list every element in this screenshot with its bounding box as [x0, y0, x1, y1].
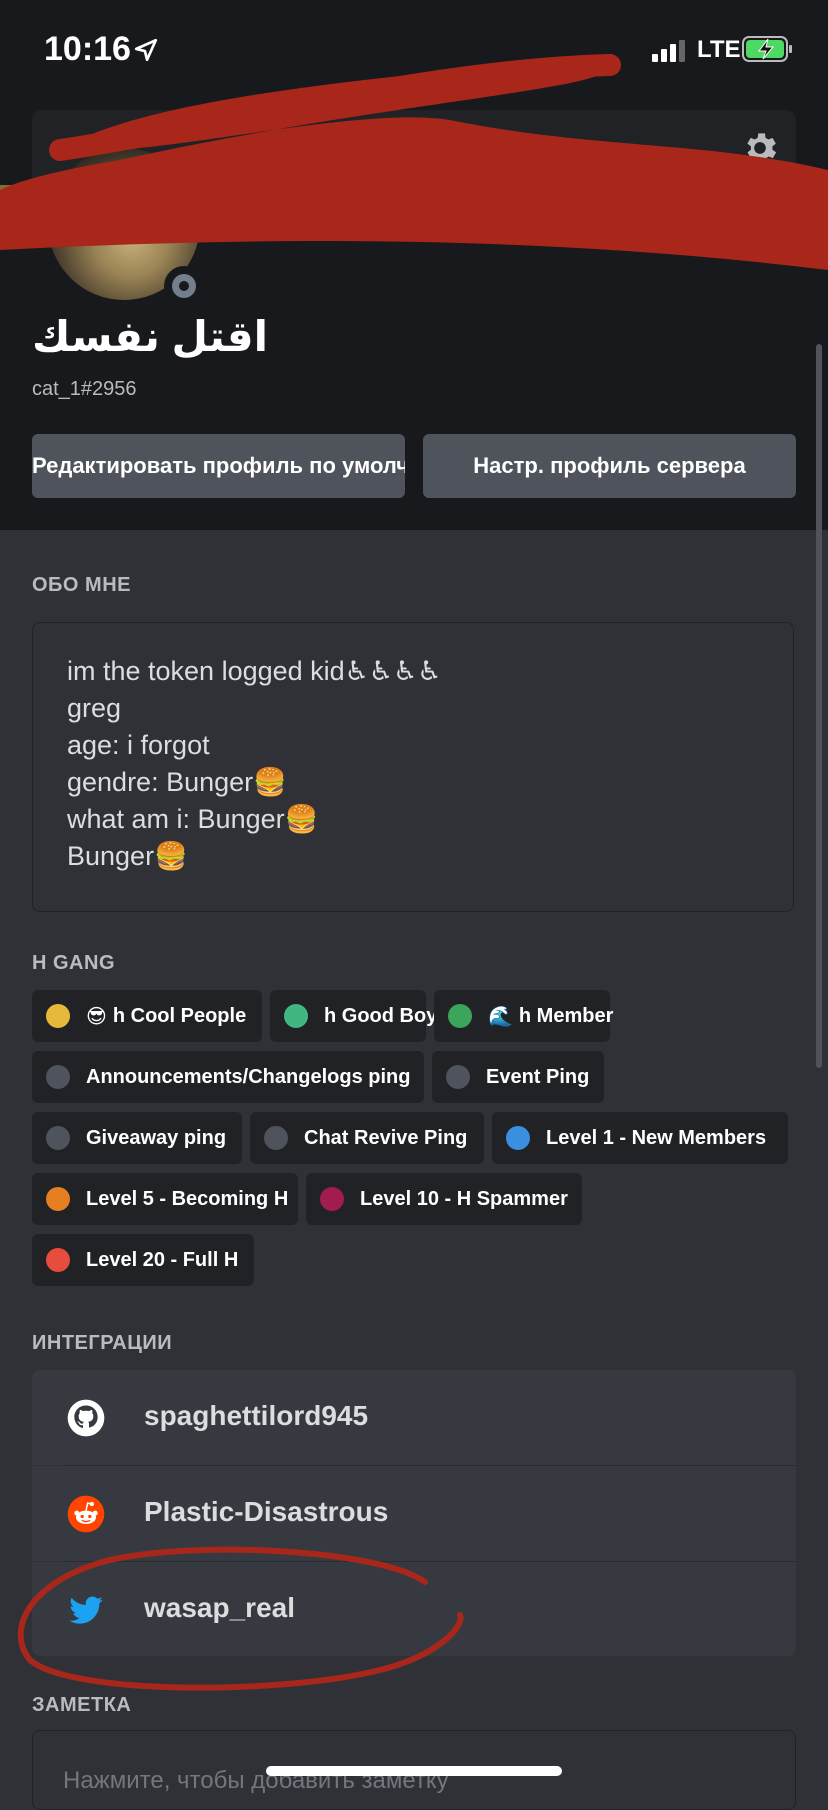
about-line: im the token logged kid♿♿♿♿: [67, 656, 442, 686]
role-label: Level 20 - Full H: [86, 1248, 239, 1271]
display-name: اقتل نفسك: [32, 313, 269, 360]
role-label: Announcements/Changelogs ping: [86, 1065, 411, 1088]
role-label: Giveaway ping: [86, 1126, 227, 1149]
about-line: age: i forgot: [67, 730, 210, 760]
integration-name: spaghettilord945: [144, 1400, 369, 1431]
role-chip[interactable]: Event Ping: [432, 1051, 604, 1103]
role-label: Chat Revive Ping: [304, 1126, 468, 1149]
role-color-dot: [284, 1004, 308, 1028]
role-emoji: 😎: [86, 1005, 107, 1028]
about-line: what am i: Bunger🍔: [67, 804, 319, 834]
edit-default-profile-button[interactable]: Редактировать профиль по умолчанию: [32, 434, 405, 498]
scrollbar[interactable]: [816, 344, 822, 1068]
role-label: Level 1 - New Members: [546, 1126, 767, 1149]
role-color-dot: [320, 1187, 344, 1211]
role-chip[interactable]: Level 10 - H Spammer: [306, 1173, 582, 1225]
role-chip[interactable]: Level 5 - Becoming H: [32, 1173, 298, 1225]
integrations-heading: ИНТЕГРАЦИИ: [32, 1332, 173, 1354]
role-label: h Member: [518, 1004, 614, 1027]
role-color-dot: [506, 1126, 530, 1150]
roles-heading: H GANG: [32, 952, 115, 974]
network-type: LTE: [697, 36, 741, 63]
twitter-icon: [69, 1596, 103, 1624]
about-me-box: im the token logged kid♿♿♿♿ greg age: i …: [32, 622, 794, 912]
side-strip: [0, 185, 30, 215]
integration-twitter[interactable]: wasap_real: [32, 1562, 796, 1656]
role-color-dot: [46, 1004, 70, 1028]
about-line: gendre: Bunger🍔: [67, 767, 287, 797]
role-emoji: 🌊: [488, 1005, 513, 1028]
clock: 10:16: [44, 30, 131, 68]
home-indicator[interactable]: [266, 1766, 562, 1776]
role-label: Level 5 - Becoming H: [86, 1187, 289, 1210]
status-bar: 10:16 LTE: [0, 0, 828, 100]
role-chip[interactable]: h Good Boy: [270, 990, 437, 1042]
gear-icon[interactable]: [740, 128, 780, 168]
role-color-dot: [446, 1065, 470, 1089]
integration-name: wasap_real: [144, 1592, 295, 1623]
role-color-dot: [46, 1126, 70, 1150]
reddit-icon: [67, 1495, 105, 1533]
role-label: h Good Boy: [324, 1004, 438, 1027]
server-profile-button[interactable]: Настр. профиль сервера: [423, 434, 796, 498]
role-chip[interactable]: Level 20 - Full H: [32, 1234, 254, 1286]
role-color-dot: [448, 1004, 472, 1028]
role-chip[interactable]: Announcements/Changelogs ping: [32, 1051, 424, 1103]
cellular-signal-icon: [652, 40, 685, 62]
integrations-list: spaghettilord945 Plastic-Disastrous wasa…: [32, 1370, 796, 1656]
role-label: Event Ping: [486, 1065, 590, 1088]
role-color-dot: [46, 1065, 70, 1089]
note-heading: ЗАМЕТКА: [32, 1694, 132, 1716]
role-chip[interactable]: Level 1 - New Members: [492, 1112, 788, 1164]
about-line: greg: [67, 693, 122, 723]
user-tag: cat_1#2956: [32, 378, 137, 400]
role-color-dot: [46, 1187, 70, 1211]
about-heading: ОБО МНЕ: [32, 574, 131, 596]
offline-status-icon: [164, 266, 204, 306]
role-label: h Cool People: [112, 1004, 247, 1027]
github-icon: [67, 1399, 105, 1437]
location-arrow-icon: [134, 38, 158, 62]
role-chip[interactable]: 🌊 h Member: [434, 990, 614, 1042]
role-chip[interactable]: 😎 h Cool People: [32, 990, 262, 1042]
role-chip[interactable]: Giveaway ping: [32, 1112, 242, 1164]
role-color-dot: [264, 1126, 288, 1150]
battery-charging-icon: [742, 36, 792, 62]
integration-reddit[interactable]: Plastic-Disastrous: [32, 1466, 796, 1561]
role-chip[interactable]: Chat Revive Ping: [250, 1112, 484, 1164]
integration-github[interactable]: spaghettilord945: [32, 1370, 796, 1465]
integration-name: Plastic-Disastrous: [144, 1496, 389, 1527]
role-color-dot: [46, 1248, 70, 1272]
role-label: Level 10 - H Spammer: [360, 1187, 568, 1210]
about-line: Bunger🍔: [67, 841, 188, 871]
